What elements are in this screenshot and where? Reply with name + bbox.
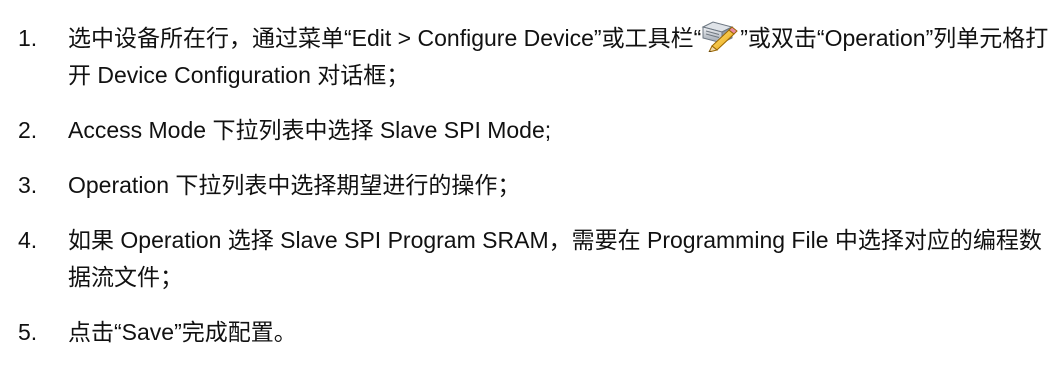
step-text: Access Mode 下拉列表中选择 Slave SPI Mode;: [68, 117, 552, 143]
edit-device-toolbar-icon: [699, 20, 739, 53]
step-number: 2.: [18, 117, 38, 143]
step-text: 如果 Operation 选择 Slave SPI Program SRAM，需…: [68, 227, 1042, 290]
step-2: 2. Access Mode 下拉列表中选择 Slave SPI Mode;: [18, 112, 1049, 149]
step-number: 1.: [18, 25, 38, 51]
step-text: 点击“Save”完成配置。: [68, 319, 297, 345]
step-text: Operation 下拉列表中选择期望进行的操作；: [68, 172, 521, 198]
procedure-step-list: 1. 选中设备所在行，通过菜单“Edit > Configure Device”…: [18, 20, 1049, 351]
step-5: 5. 点击“Save”完成配置。: [18, 314, 1049, 351]
step-text: 选中设备所在行，通过菜单“Edit > Configure Device”或工具…: [68, 25, 702, 51]
step-number: 3.: [18, 172, 38, 198]
step-1: 1. 选中设备所在行，通过菜单“Edit > Configure Device”…: [18, 20, 1049, 94]
step-3: 3. Operation 下拉列表中选择期望进行的操作；: [18, 167, 1049, 204]
step-4: 4. 如果 Operation 选择 Slave SPI Program SRA…: [18, 222, 1049, 296]
step-number: 4.: [18, 227, 38, 253]
step-number: 5.: [18, 319, 38, 345]
